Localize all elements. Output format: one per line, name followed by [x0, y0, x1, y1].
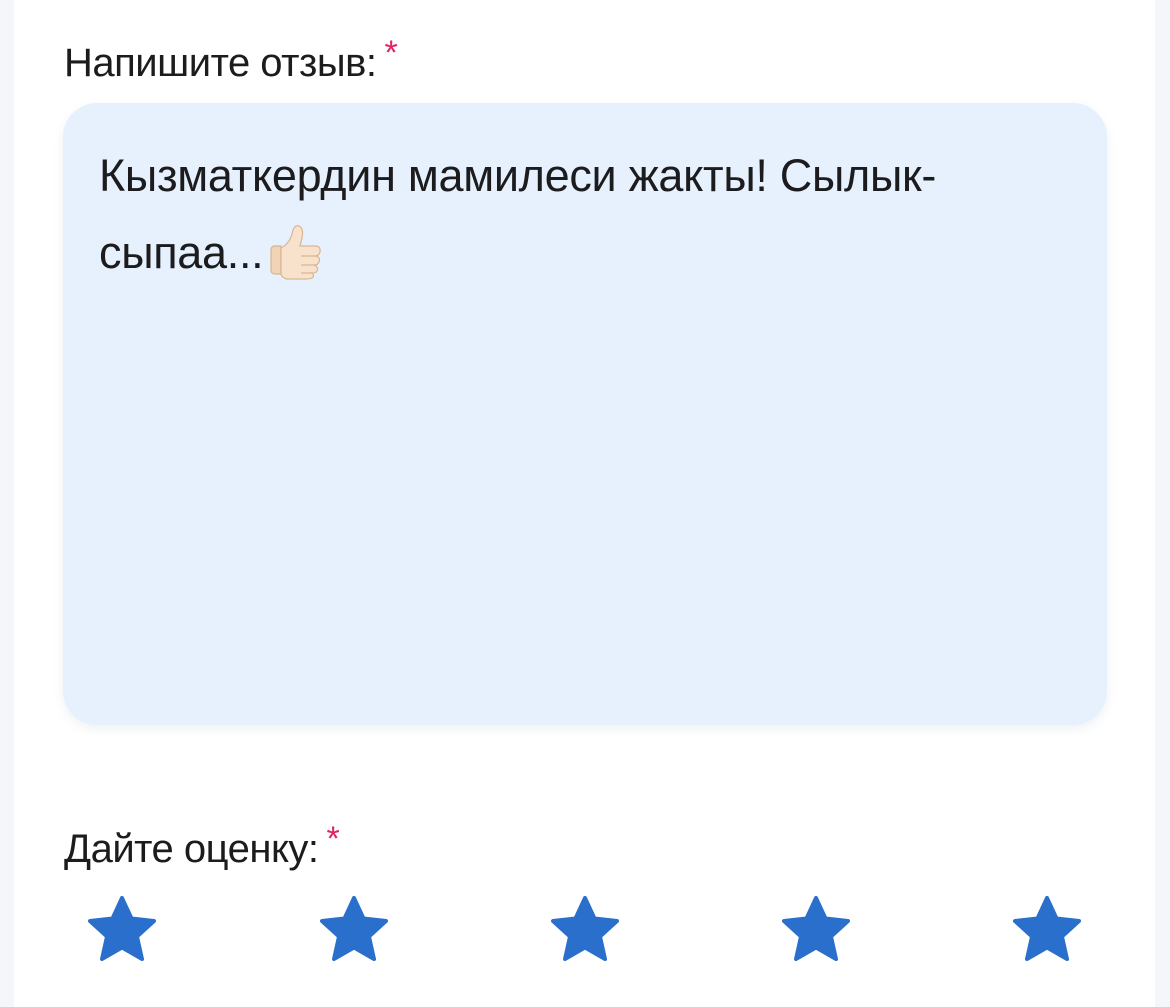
thumbs-up-icon	[265, 220, 323, 280]
review-label-text: Напишите отзыв:	[64, 41, 377, 85]
star-icon[interactable]	[1011, 894, 1083, 966]
review-text-line-2: сыпаа...	[99, 214, 1059, 291]
rating-label: Дайте оценку: *	[64, 820, 340, 872]
review-text-line-1: Кызматкердин мамилеси жакты! Сылык-	[99, 150, 937, 201]
review-label: Напишите отзыв: *	[64, 34, 398, 86]
review-text-line-2-text: сыпаа...	[99, 227, 264, 278]
rating-required-mark: *	[326, 820, 340, 858]
star-icon[interactable]	[780, 894, 852, 966]
review-required-mark: *	[384, 34, 398, 72]
review-text[interactable]: Кызматкердин мамилеси жакты! Сылык- сыпа…	[99, 137, 1059, 291]
review-textarea[interactable]: Кызматкердин мамилеси жакты! Сылык- сыпа…	[63, 103, 1107, 725]
star-icon[interactable]	[318, 894, 390, 966]
rating-label-text: Дайте оценку:	[64, 827, 319, 871]
star-icon[interactable]	[86, 894, 158, 966]
star-icon[interactable]	[549, 894, 621, 966]
rating-stars	[0, 894, 1170, 974]
